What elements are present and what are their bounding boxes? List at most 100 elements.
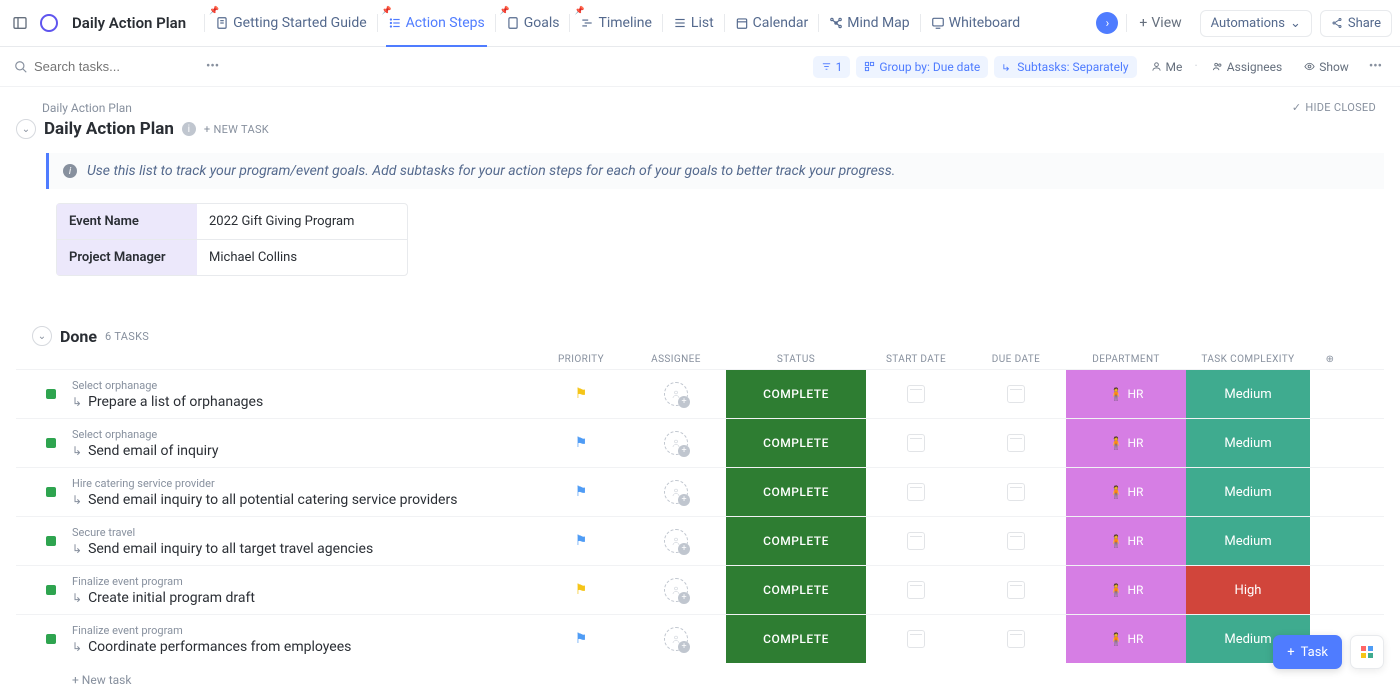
status-cell[interactable]: COMPLETE [726,370,866,418]
complexity-cell[interactable]: Medium [1186,468,1310,516]
task-parent[interactable]: Select orphanage [72,379,263,392]
task-name-cell[interactable]: Finalize event program ↳ Create initial … [16,566,536,614]
assignee-cell[interactable] [626,468,726,516]
status-square-icon[interactable] [46,389,56,399]
priority-cell[interactable]: ⚑ [536,468,626,516]
start-date-cell[interactable] [866,566,966,614]
start-date-cell[interactable] [866,468,966,516]
group-by-chip[interactable]: Group by: Due date [856,56,988,78]
priority-cell[interactable]: ⚑ [536,370,626,418]
status-cell[interactable]: COMPLETE [726,468,866,516]
department-cell[interactable]: 🧍HR [1066,517,1186,565]
page-title[interactable]: Daily Action Plan [66,10,192,36]
start-date-cell[interactable] [866,419,966,467]
collapse-group-icon[interactable]: ⌄ [32,326,52,346]
start-date-cell[interactable] [866,517,966,565]
status-square-icon[interactable] [46,487,56,497]
task-title[interactable]: Coordinate performances from employees [88,639,351,655]
col-start-date[interactable]: START DATE [866,354,966,365]
share-button[interactable]: Share [1320,10,1392,37]
tab-list[interactable]: List [663,0,724,47]
col-status[interactable]: STATUS [726,354,866,365]
complexity-cell[interactable]: Medium [1186,370,1310,418]
assignee-placeholder-icon[interactable] [664,578,688,602]
priority-cell[interactable]: ⚑ [536,615,626,663]
tab-action-steps[interactable]: 📌 Action Steps [378,0,495,47]
subtasks-chip[interactable]: Subtasks: Separately [994,56,1136,78]
meta-value[interactable]: 2022 Gift Giving Program [197,204,407,239]
task-row[interactable]: Select orphanage ↳ Prepare a list of orp… [16,369,1384,418]
due-date-cell[interactable] [966,370,1066,418]
assignee-placeholder-icon[interactable] [664,627,688,651]
task-row[interactable]: Finalize event program ↳ Coordinate perf… [16,614,1384,663]
me-chip[interactable]: Me [1143,56,1191,78]
new-task-row[interactable]: + New task [16,663,1384,697]
department-cell[interactable]: 🧍HR [1066,566,1186,614]
filter-chip[interactable]: 1 [813,56,851,78]
status-square-icon[interactable] [46,536,56,546]
task-row[interactable]: Secure travel ↳ Send email inquiry to al… [16,516,1384,565]
search-more-icon[interactable]: ••• [202,55,223,78]
task-name-cell[interactable]: Finalize event program ↳ Coordinate perf… [16,615,536,663]
due-date-cell[interactable] [966,419,1066,467]
assignee-cell[interactable] [626,517,726,565]
automations-button[interactable]: Automations ⌄ [1200,10,1312,37]
due-date-cell[interactable] [966,517,1066,565]
tab-timeline[interactable]: 📌 Timeline [570,0,661,47]
due-date-cell[interactable] [966,566,1066,614]
task-row[interactable]: Select orphanage ↳ Send email of inquiry… [16,418,1384,467]
status-cell[interactable]: COMPLETE [726,566,866,614]
tab-getting-started[interactable]: 📌 Getting Started Guide [205,0,377,47]
task-parent[interactable]: Secure travel [72,526,373,539]
assignee-cell[interactable] [626,370,726,418]
group-name[interactable]: Done [60,327,97,346]
task-parent[interactable]: Hire catering service provider [72,477,457,490]
task-name-cell[interactable]: Select orphanage ↳ Prepare a list of orp… [16,370,536,418]
task-name-cell[interactable]: Secure travel ↳ Send email inquiry to al… [16,517,536,565]
tab-whiteboard[interactable]: Whiteboard [921,0,1031,47]
due-date-cell[interactable] [966,468,1066,516]
task-parent[interactable]: Finalize event program [72,624,351,637]
col-complexity[interactable]: TASK COMPLEXITY [1186,354,1310,365]
assignee-placeholder-icon[interactable] [664,431,688,455]
status-cell[interactable]: COMPLETE [726,615,866,663]
filterbar-more-icon[interactable]: ••• [1365,55,1386,78]
status-square-icon[interactable] [46,438,56,448]
meta-value[interactable]: Michael Collins [197,240,407,275]
due-date-cell[interactable] [966,615,1066,663]
scroll-tabs-right-icon[interactable]: › [1096,12,1118,34]
task-title[interactable]: Send email of inquiry [88,443,218,459]
assignees-chip[interactable]: Assignees [1204,56,1290,78]
assignee-cell[interactable] [626,615,726,663]
tab-calendar[interactable]: Calendar [725,0,819,47]
status-cell[interactable]: COMPLETE [726,517,866,565]
fab-apps-button[interactable] [1350,635,1384,669]
col-priority[interactable]: PRIORITY [536,354,626,365]
new-task-button[interactable]: + NEW TASK [204,123,269,136]
add-column-icon[interactable]: ⊕ [1310,354,1350,365]
start-date-cell[interactable] [866,615,966,663]
task-parent[interactable]: Select orphanage [72,428,219,441]
complexity-cell[interactable]: High [1186,566,1310,614]
task-title[interactable]: Create initial program draft [88,590,255,606]
priority-cell[interactable]: ⚑ [536,566,626,614]
hide-closed-button[interactable]: ✓ HIDE CLOSED [1292,101,1376,114]
department-cell[interactable]: 🧍HR [1066,419,1186,467]
search-input[interactable] [34,59,174,74]
status-square-icon[interactable] [46,634,56,644]
assignee-placeholder-icon[interactable] [664,480,688,504]
start-date-cell[interactable] [866,370,966,418]
info-icon[interactable]: i [182,122,196,136]
priority-cell[interactable]: ⚑ [536,419,626,467]
assignee-placeholder-icon[interactable] [664,382,688,406]
col-assignee[interactable]: ASSIGNEE [626,354,726,365]
breadcrumb[interactable]: Daily Action Plan [42,101,1384,115]
add-view-button[interactable]: + View [1129,15,1191,31]
col-department[interactable]: DEPARTMENT [1066,354,1186,365]
task-title[interactable]: Send email inquiry to all potential cate… [88,492,457,508]
department-cell[interactable]: 🧍HR [1066,468,1186,516]
assignee-placeholder-icon[interactable] [664,529,688,553]
collapse-list-icon[interactable]: ⌄ [16,119,36,139]
complexity-cell[interactable]: Medium [1186,517,1310,565]
list-title[interactable]: Daily Action Plan [44,119,174,139]
